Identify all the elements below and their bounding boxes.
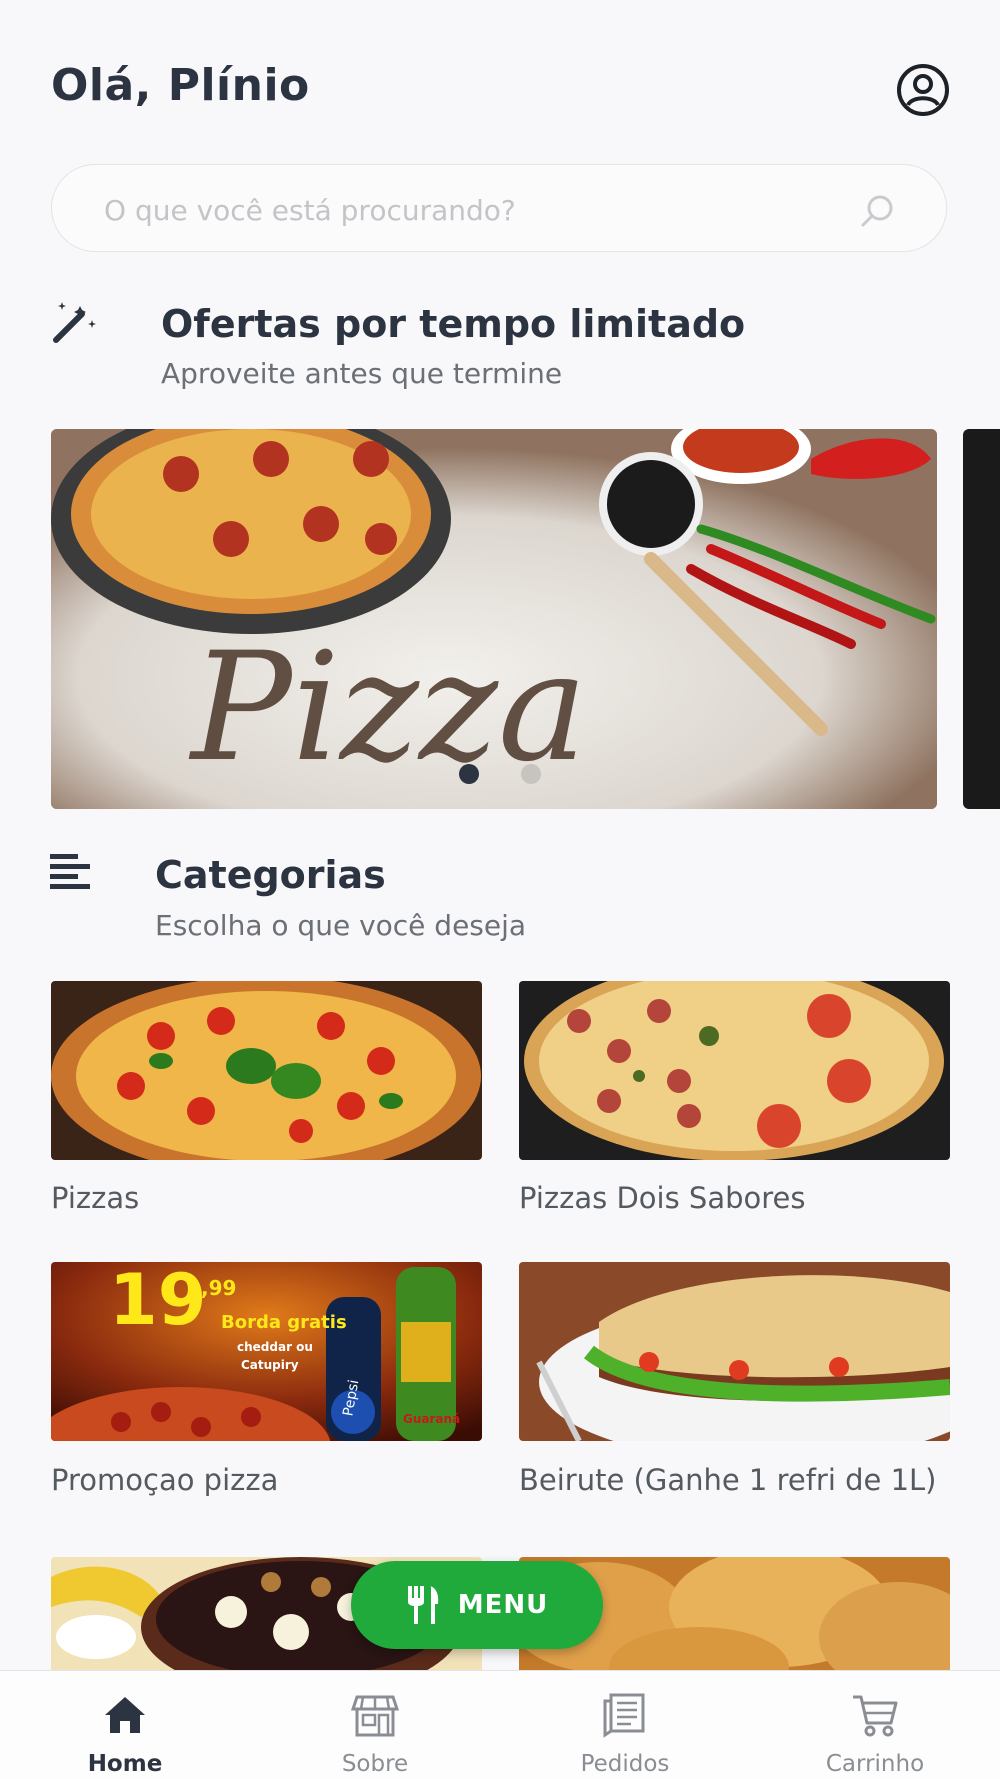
- search-input[interactable]: [102, 187, 846, 233]
- menu-button-label: MENU: [457, 1590, 549, 1620]
- profile-button[interactable]: [895, 62, 951, 118]
- carousel-dot-2[interactable]: [521, 764, 541, 784]
- orders-icon: [603, 1693, 645, 1738]
- category-image: [519, 1262, 950, 1441]
- category-label-pizzas[interactable]: Pizzas: [51, 1180, 482, 1217]
- offers-title: Ofertas por tempo limitado: [161, 302, 746, 346]
- category-image: [519, 981, 950, 1160]
- magic-wand-icon: [53, 302, 96, 343]
- category-label-promocao-pizza[interactable]: Promoçao pizza: [51, 1462, 482, 1499]
- pizza-banner-image: Pizza: [51, 429, 937, 809]
- category-label-pizzas-dois-sabores[interactable]: Pizzas Dois Sabores: [519, 1180, 950, 1217]
- promo-text-line1: Borda gratis: [221, 1312, 347, 1333]
- nav-item-home[interactable]: Home: [25, 1671, 225, 1779]
- category-card-pizzas-dois-sabores[interactable]: [519, 981, 950, 1160]
- nav-item-sobre[interactable]: Sobre: [275, 1671, 475, 1779]
- category-image: [51, 981, 482, 1160]
- nav-item-carrinho[interactable]: Carrinho: [775, 1671, 975, 1779]
- list-icon: [50, 854, 90, 889]
- search-icon[interactable]: [858, 191, 898, 231]
- user-circle-icon: [897, 64, 949, 116]
- offer-banner[interactable]: Pizza: [51, 429, 937, 809]
- nav-label-carrinho: Carrinho: [825, 1751, 925, 1777]
- carousel-dot-1[interactable]: [459, 764, 479, 784]
- category-card-beirute[interactable]: [519, 1262, 950, 1441]
- promo-price: 19: [109, 1262, 207, 1341]
- search-bar[interactable]: [51, 164, 947, 252]
- promo-brand-guarana: Guaraná: [403, 1412, 461, 1426]
- categories-title: Categorias: [155, 853, 386, 897]
- offer-banner-next[interactable]: [963, 429, 1000, 809]
- promo-text-line2: cheddar ou: [237, 1340, 313, 1354]
- home-icon: [105, 1697, 145, 1733]
- utensils-icon: [407, 1586, 438, 1624]
- promo-text-line3: Catupiry: [241, 1358, 299, 1372]
- promo-price-cents: ,99: [201, 1276, 237, 1300]
- nav-item-pedidos[interactable]: Pedidos: [525, 1671, 725, 1779]
- nav-label-pedidos: Pedidos: [580, 1751, 670, 1777]
- cart-icon: [853, 1695, 898, 1737]
- nav-label-sobre: Sobre: [341, 1751, 409, 1777]
- offers-subtitle: Aproveite antes que termine: [161, 357, 563, 390]
- category-card-promocao-pizza[interactable]: 19 ,99 Borda gratis cheddar ou Catupiry …: [51, 1262, 482, 1441]
- bottom-nav: Home Sobre Pedidos Carrinho: [0, 1670, 1000, 1779]
- category-image: 19 ,99 Borda gratis cheddar ou Catupiry …: [51, 1262, 482, 1441]
- category-card-pizzas[interactable]: [51, 981, 482, 1160]
- categories-subtitle: Escolha o que você deseja: [155, 909, 527, 942]
- category-label-beirute[interactable]: Beirute (Ganhe 1 refri de 1L): [519, 1462, 950, 1499]
- nav-label-home: Home: [87, 1751, 163, 1777]
- menu-button[interactable]: MENU: [351, 1561, 603, 1649]
- page-title: Olá, Plínio: [51, 60, 310, 111]
- store-icon: [351, 1695, 399, 1737]
